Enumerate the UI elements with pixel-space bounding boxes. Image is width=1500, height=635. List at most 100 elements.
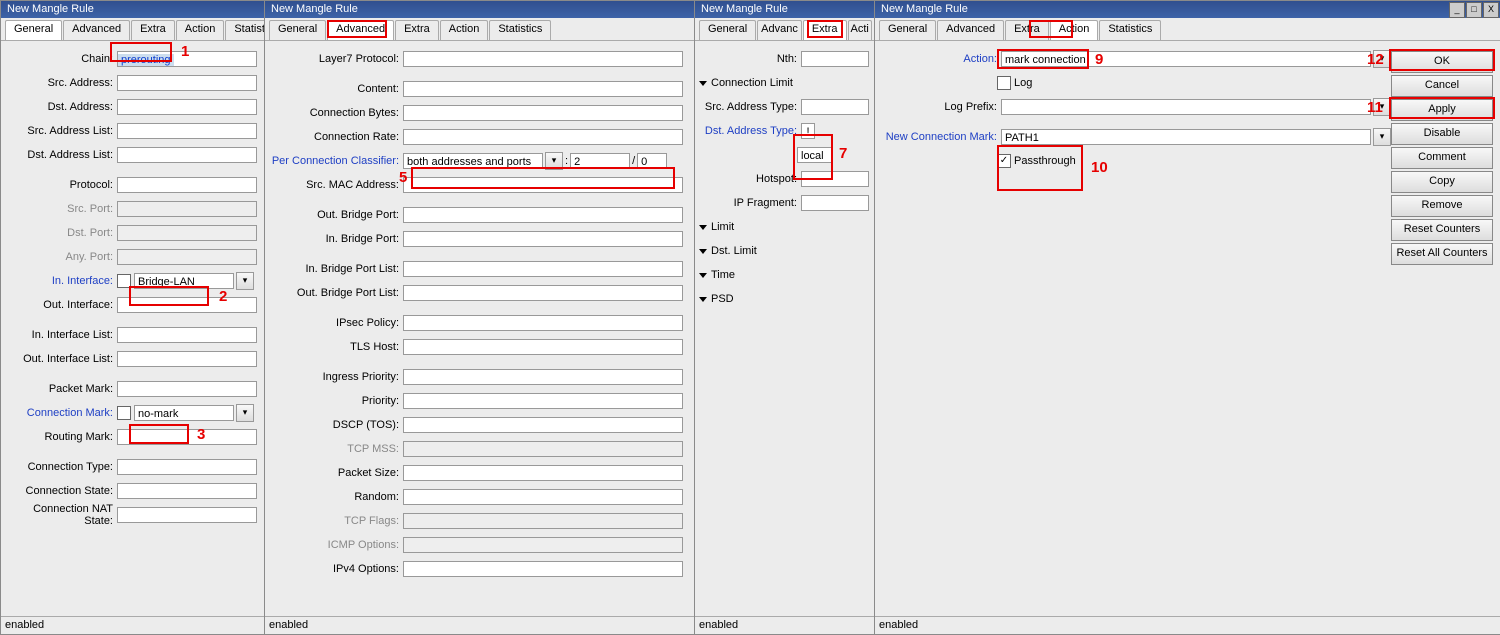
dscp-field[interactable] <box>403 417 683 433</box>
pcc-mode-dd[interactable]: ▾ <box>545 152 563 170</box>
tab-general[interactable]: General <box>699 20 756 40</box>
routing-mark-field[interactable] <box>117 429 257 445</box>
tab-statistics[interactable]: Statistics <box>1099 20 1161 40</box>
disable-button[interactable]: Disable <box>1391 123 1493 145</box>
src-at-field[interactable] <box>801 99 869 115</box>
log-prefix-field[interactable] <box>1001 99 1371 115</box>
conn-nat-field[interactable] <box>117 507 257 523</box>
expand-icon[interactable] <box>699 225 707 230</box>
tab-general[interactable]: General <box>5 20 62 40</box>
status-bar: enabled <box>875 616 1500 634</box>
src-addr-list-field[interactable] <box>117 123 257 139</box>
chain-value[interactable]: prerouting <box>118 54 174 66</box>
close-icon[interactable]: X <box>1483 2 1499 18</box>
tls-field[interactable] <box>403 339 683 355</box>
conn-bytes-field[interactable] <box>403 105 683 121</box>
packet-size-field[interactable] <box>403 465 683 481</box>
window-general: New Mangle Rule General Advanced Extra A… <box>0 0 266 635</box>
hotspot-field[interactable] <box>801 171 869 187</box>
dst-at-value[interactable]: local <box>798 150 827 162</box>
pcc-a[interactable]: 2 <box>571 156 583 168</box>
ipv4-field[interactable] <box>403 561 683 577</box>
conn-type-label: Connection Type: <box>5 461 117 473</box>
ipsec-field[interactable] <box>403 315 683 331</box>
tab-advanced[interactable]: Advanc <box>757 20 802 40</box>
src-mac-field[interactable] <box>403 177 683 193</box>
l7-field[interactable] <box>403 51 683 67</box>
conn-type-field[interactable] <box>117 459 257 475</box>
tab-advanced[interactable]: Advanced <box>937 20 1004 40</box>
pcc-mode[interactable]: both addresses and ports <box>404 156 534 168</box>
tab-action[interactable]: Acti <box>848 20 872 40</box>
cancel-button[interactable]: Cancel <box>1391 75 1493 97</box>
tab-general[interactable]: General <box>269 20 326 40</box>
expand-icon[interactable] <box>699 297 707 302</box>
in-if-dropdown[interactable]: ▾ <box>236 272 254 290</box>
in-if-value[interactable]: Bridge-LAN <box>135 276 198 288</box>
src-addr-field[interactable] <box>117 75 257 91</box>
expand-icon[interactable] <box>699 273 707 278</box>
priority-field[interactable] <box>403 393 683 409</box>
conn-mark-value[interactable]: no-mark <box>135 408 181 420</box>
nth-label: Nth: <box>699 53 801 65</box>
ing-pri-field[interactable] <box>403 369 683 385</box>
tabs: General Advanc Extra Acti <box>695 18 875 41</box>
out-if-list-field[interactable] <box>117 351 257 367</box>
dst-addr-list-field[interactable] <box>117 147 257 163</box>
conn-rate-field[interactable] <box>403 129 683 145</box>
nth-field[interactable] <box>801 51 869 67</box>
dst-at-not[interactable]: ! <box>803 126 812 138</box>
tab-advanced[interactable]: Advanced <box>327 20 394 40</box>
content-field[interactable] <box>403 81 683 97</box>
in-bpl-field[interactable] <box>403 261 683 277</box>
conn-state-field[interactable] <box>117 483 257 499</box>
tab-extra[interactable]: Extra <box>1005 20 1049 40</box>
max-icon[interactable]: □ <box>1466 2 1482 18</box>
limit-label: Limit <box>711 221 738 233</box>
dst-at-label: Dst. Address Type: <box>699 125 801 137</box>
ncm-dd[interactable]: ▾ <box>1373 128 1391 146</box>
out-bp-field[interactable] <box>403 207 683 223</box>
tab-advanced[interactable]: Advanced <box>63 20 130 40</box>
tab-action[interactable]: Action <box>176 20 225 40</box>
ip-frag-field[interactable] <box>801 195 869 211</box>
in-if-not-check[interactable] <box>117 274 131 288</box>
copy-button[interactable]: Copy <box>1391 171 1493 193</box>
out-if-field[interactable] <box>117 297 257 313</box>
protocol-field[interactable] <box>117 177 257 193</box>
tab-extra[interactable]: Extra <box>395 20 439 40</box>
pcc-b[interactable]: 0 <box>638 156 650 168</box>
conn-mark-dropdown[interactable]: ▾ <box>236 404 254 422</box>
log-check[interactable] <box>997 76 1011 90</box>
tab-extra[interactable]: Extra <box>131 20 175 40</box>
time-label: Time <box>711 269 739 281</box>
passthrough-check[interactable]: ✓ <box>997 154 1011 168</box>
random-field[interactable] <box>403 489 683 505</box>
reset-counters-button[interactable]: Reset Counters <box>1391 219 1493 241</box>
ncm-value[interactable]: PATH1 <box>1002 132 1042 144</box>
reset-all-counters-button[interactable]: Reset All Counters <box>1391 243 1493 265</box>
log-prefix-label: Log Prefix: <box>879 101 1001 113</box>
dst-addr-field[interactable] <box>117 99 257 115</box>
ncm-label: New Connection Mark: <box>879 131 1001 143</box>
tab-action[interactable]: Action <box>440 20 489 40</box>
packet-mark-field[interactable] <box>117 381 257 397</box>
conn-mark-not-check[interactable] <box>117 406 131 420</box>
action-value[interactable]: mark connection <box>1002 54 1089 66</box>
comment-button[interactable]: Comment <box>1391 147 1493 169</box>
apply-button[interactable]: Apply <box>1391 99 1493 121</box>
remove-button[interactable]: Remove <box>1391 195 1493 217</box>
in-if-list-field[interactable] <box>117 327 257 343</box>
tab-general[interactable]: General <box>879 20 936 40</box>
src-mac-label: Src. MAC Address: <box>269 179 403 191</box>
in-bp-field[interactable] <box>403 231 683 247</box>
tab-extra[interactable]: Extra <box>803 20 847 40</box>
tab-action[interactable]: Action <box>1050 20 1099 40</box>
tab-statistics[interactable]: Statistics <box>489 20 551 40</box>
out-bpl-field[interactable] <box>403 285 683 301</box>
expand-icon[interactable] <box>699 81 707 86</box>
any-port-label: Any. Port: <box>5 251 117 263</box>
ok-button[interactable]: OK <box>1391 51 1493 73</box>
expand-icon[interactable] <box>699 249 707 254</box>
min-icon[interactable]: _ <box>1449 2 1465 18</box>
